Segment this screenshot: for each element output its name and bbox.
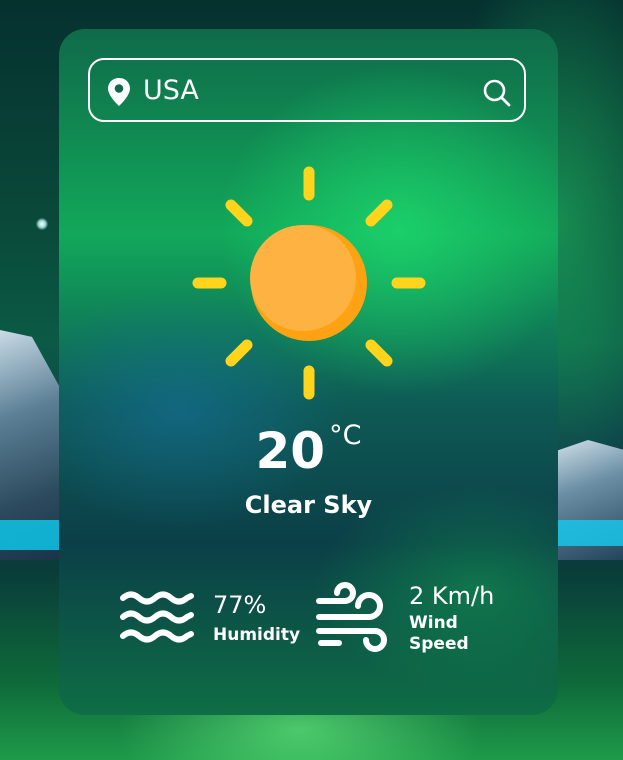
location-pin-icon: [108, 78, 130, 106]
temperature-unit: °C: [329, 420, 362, 451]
temperature: 20 °C: [59, 421, 558, 481]
search-icon[interactable]: [482, 78, 512, 108]
search-bar: [88, 58, 526, 122]
background-star: [36, 218, 48, 230]
wind-icon: [316, 582, 387, 652]
temperature-value: 20: [255, 422, 326, 480]
weather-card: 20°C Clear Sky 77% Humidity 2 Km/h Wind …: [59, 29, 558, 715]
weather-condition: Clear Sky: [244, 491, 373, 519]
humidity-value: 77%: [213, 591, 267, 619]
humidity-waves-icon: [120, 591, 194, 643]
wind-speed-value: 2 Km/h: [409, 582, 495, 610]
clear-sky-sun-icon: [192, 166, 426, 400]
background-lake-right: [553, 520, 623, 546]
wind-speed-label: Wind Speed: [409, 613, 469, 654]
humidity-label: Humidity: [213, 625, 301, 645]
search-input[interactable]: [143, 70, 463, 110]
